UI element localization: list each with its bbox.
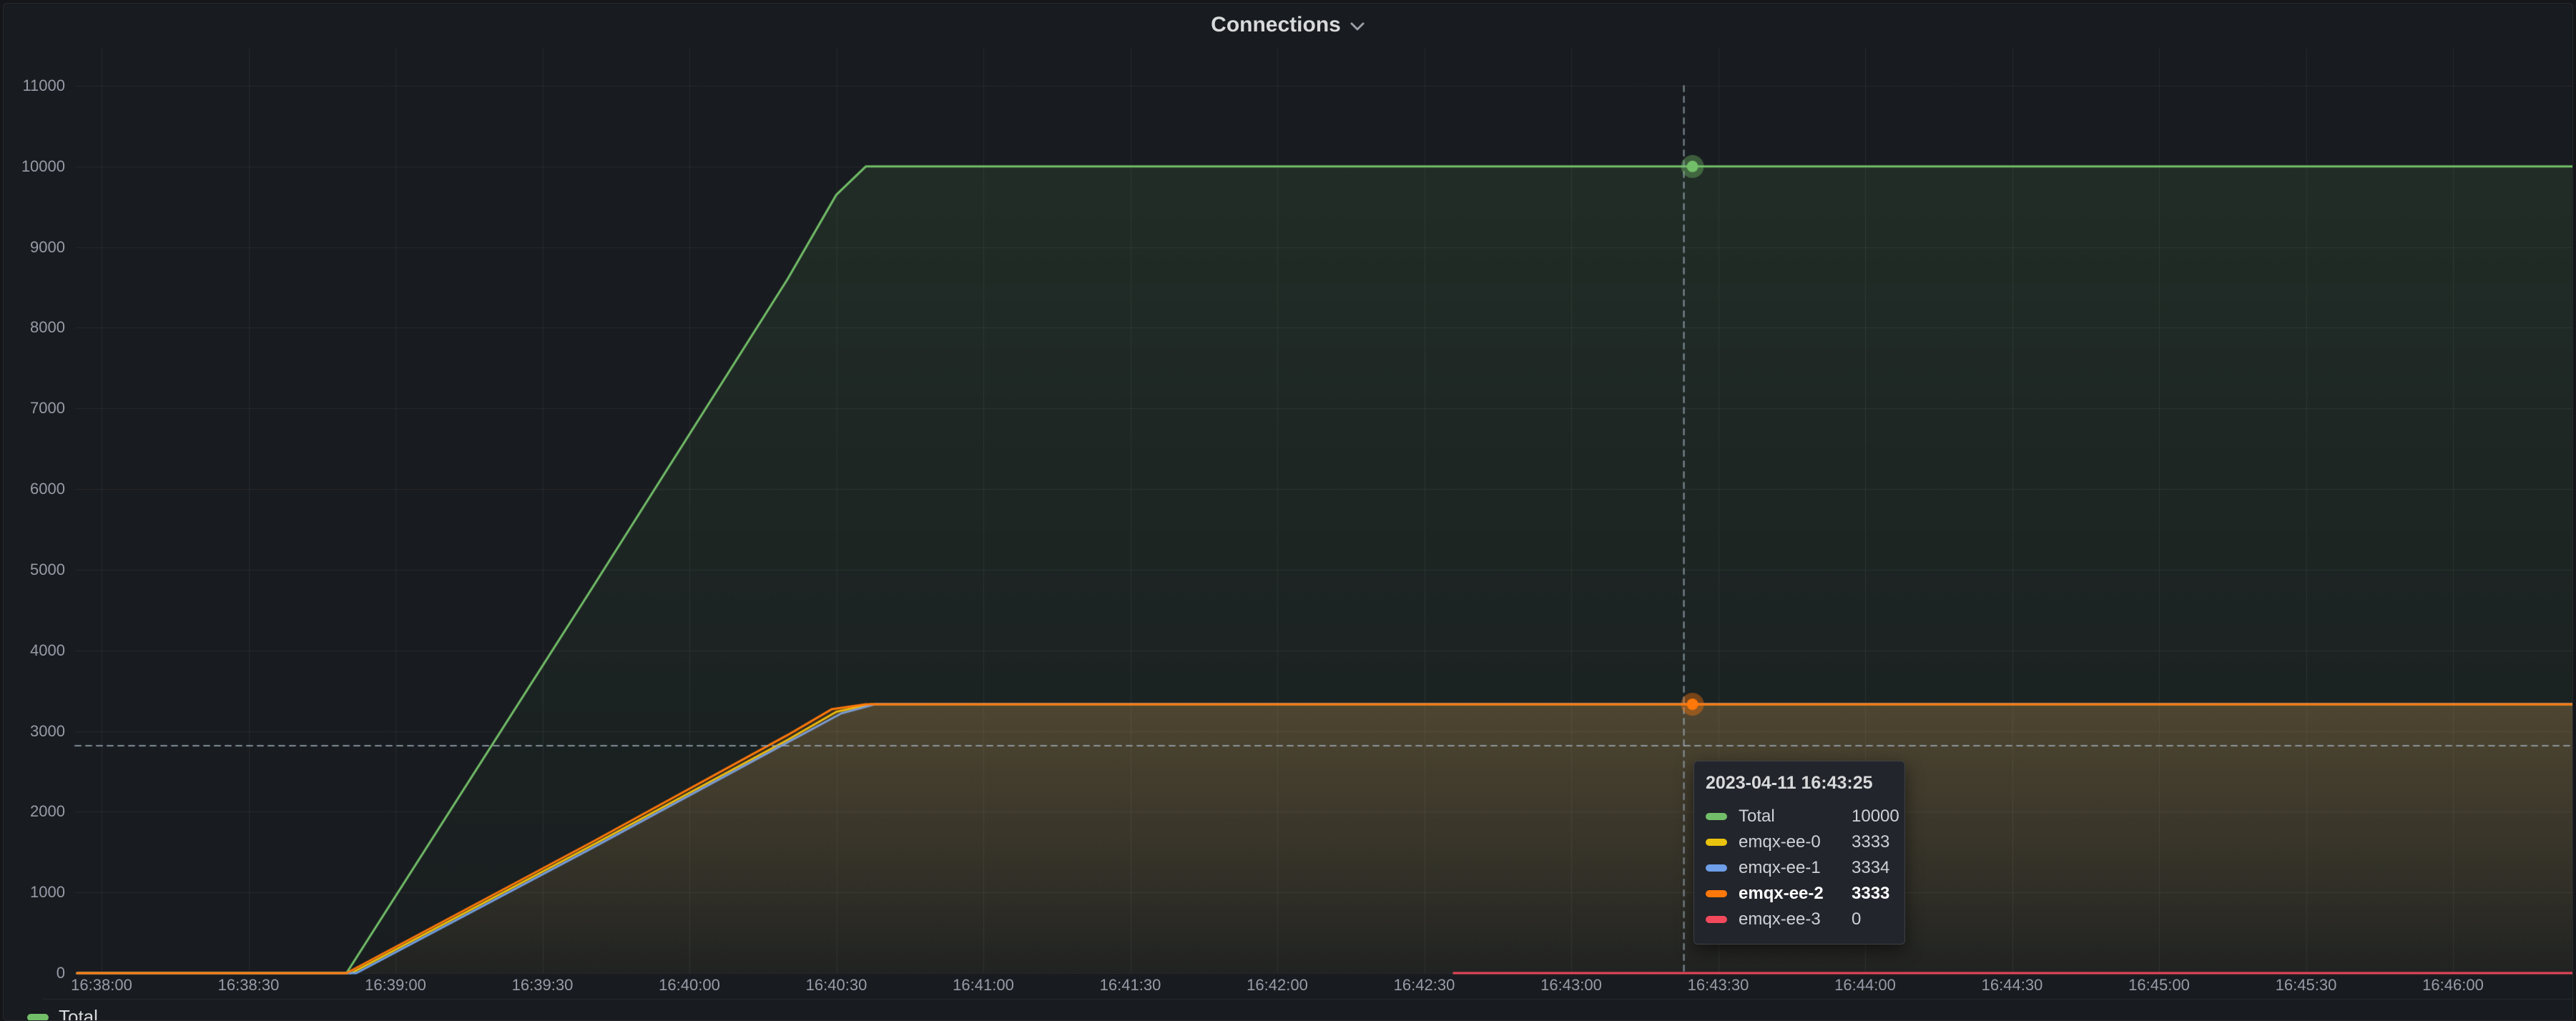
x-axis-tick-label: 16:42:30 xyxy=(1360,976,1489,995)
y-axis-tick-label: 5000 xyxy=(8,561,65,579)
panel-title[interactable]: Connections xyxy=(1211,13,1341,37)
tooltip-series-value: 3334 xyxy=(1852,858,1889,878)
tooltip-row: emqx-ee-03333 xyxy=(1704,829,1894,855)
tooltip-row: Total10000 xyxy=(1704,804,1894,829)
legend-item-label: Total xyxy=(59,1006,98,1021)
y-axis-tick-label: 6000 xyxy=(8,480,65,498)
x-axis-tick-label: 16:38:30 xyxy=(185,976,313,995)
tooltip-series-list: Total10000emqx-ee-03333emqx-ee-13334emqx… xyxy=(1704,804,1894,932)
tooltip-series-swatch xyxy=(1706,813,1727,820)
tooltip-row: emqx-ee-30 xyxy=(1704,907,1894,932)
tooltip-series-name: emqx-ee-1 xyxy=(1739,858,1852,878)
tooltip-series-value: 3333 xyxy=(1852,832,1889,852)
tooltip-row: emqx-ee-13334 xyxy=(1704,855,1894,881)
tooltip-row: emqx-ee-23333 xyxy=(1704,881,1894,907)
x-axis-tick-label: 16:41:30 xyxy=(1066,976,1195,995)
legend-color-swatch xyxy=(27,1014,49,1021)
panel-header: Connections xyxy=(4,4,2572,46)
y-axis-tick-label: 10000 xyxy=(8,157,65,176)
y-axis-tick-label: 7000 xyxy=(8,399,65,418)
chevron-down-icon[interactable] xyxy=(1350,21,1365,31)
y-axis-tick-label: 3000 xyxy=(8,722,65,741)
tooltip-series-swatch xyxy=(1706,890,1727,897)
tooltip-series-name: emqx-ee-0 xyxy=(1739,832,1852,852)
x-axis-tick-label: 16:44:30 xyxy=(1948,976,2077,995)
x-axis-tick-label: 16:38:00 xyxy=(37,976,166,995)
tooltip-series-name: emqx-ee-3 xyxy=(1739,909,1852,929)
tooltip-series-value: 0 xyxy=(1852,909,1861,929)
y-axis-tick-label: 1000 xyxy=(8,883,65,902)
x-axis-tick-label: 16:41:00 xyxy=(919,976,1048,995)
x-axis-tick-label: 16:40:30 xyxy=(772,976,901,995)
grafana-panel: Connections 0 1000 2000 3000 4000 5000 6000 700… xyxy=(3,3,2573,1021)
y-axis-tick-label: 4000 xyxy=(8,641,65,660)
y-axis-tick-label: 8000 xyxy=(8,318,65,337)
x-axis-tick-label: 16:40:00 xyxy=(625,976,754,995)
tooltip-series-name: Total xyxy=(1739,807,1852,827)
legend-item-total[interactable]: Total xyxy=(27,1006,98,1021)
x-axis-tick-label: 16:43:30 xyxy=(1654,976,1783,995)
tooltip-series-swatch xyxy=(1706,916,1727,923)
y-axis-tick-label: 9000 xyxy=(8,238,65,257)
tooltip-series-name: emqx-ee-2 xyxy=(1739,884,1852,904)
time-series-plot[interactable] xyxy=(4,4,2573,1021)
x-axis-tick-label: 16:44:00 xyxy=(1801,976,1929,995)
x-axis-tick-label: 16:43:00 xyxy=(1507,976,1636,995)
x-axis-tick-label: 16:39:30 xyxy=(478,976,607,995)
x-axis-tick-label: 16:42:00 xyxy=(1213,976,1342,995)
y-axis-tick-label: 2000 xyxy=(8,802,65,821)
y-axis-tick-label: 11000 xyxy=(8,77,65,95)
x-axis-tick-label: 16:46:00 xyxy=(2389,976,2517,995)
legend-divider xyxy=(43,999,2572,1000)
tooltip-series-swatch xyxy=(1706,864,1727,872)
tooltip-series-value: 3333 xyxy=(1852,884,1889,904)
x-axis-tick-label: 16:45:00 xyxy=(2095,976,2223,995)
x-axis-tick-label: 16:45:30 xyxy=(2242,976,2371,995)
hover-tooltip: 2023-04-11 16:43:25 Total10000emqx-ee-03… xyxy=(1693,761,1905,944)
tooltip-series-swatch xyxy=(1706,839,1727,846)
tooltip-timestamp: 2023-04-11 16:43:25 xyxy=(1706,773,1894,794)
tooltip-series-value: 10000 xyxy=(1852,807,1899,827)
x-axis-tick-label: 16:39:00 xyxy=(331,976,460,995)
